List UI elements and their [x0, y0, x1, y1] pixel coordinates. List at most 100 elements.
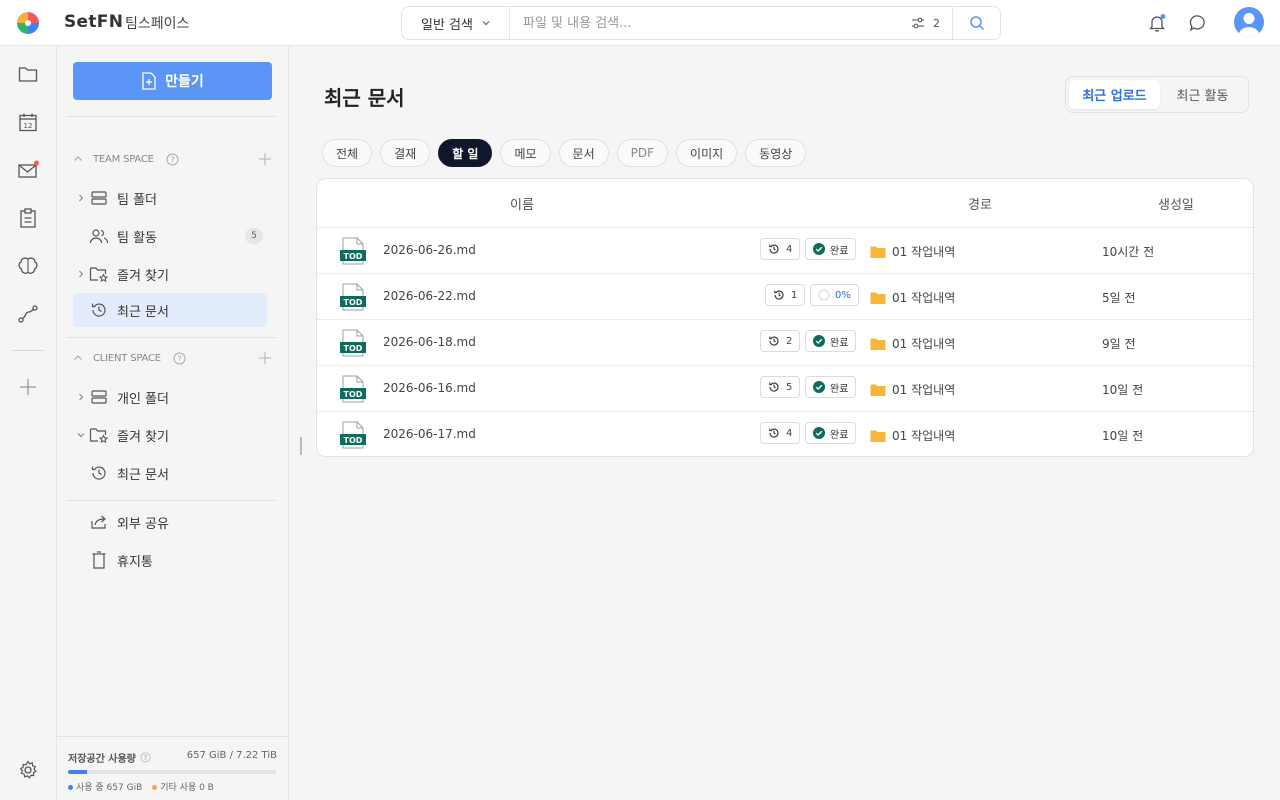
- search-input[interactable]: [510, 15, 899, 31]
- client-space-header[interactable]: CLIENT SPACE ?: [72, 348, 272, 368]
- rail-files-button[interactable]: [16, 62, 40, 86]
- sidebar-item-team-folder[interactable]: 팀 폴더: [73, 181, 267, 215]
- sidebar-item-team-activity[interactable]: 팀 활동 5: [73, 219, 267, 253]
- column-header-path[interactable]: 경로: [968, 179, 992, 227]
- help-icon[interactable]: ?: [166, 153, 179, 166]
- chip-document[interactable]: 문서: [558, 139, 609, 167]
- sidebar-item-trash[interactable]: 휴지통: [73, 543, 267, 577]
- chip-todo[interactable]: 할 일: [438, 139, 493, 167]
- version-history-badge[interactable]: 4: [760, 238, 801, 260]
- search-type-select[interactable]: 일반 검색: [402, 7, 510, 39]
- history-icon: [774, 290, 784, 300]
- todo-file-icon: TOD: [340, 329, 366, 357]
- chat-button[interactable]: [1186, 11, 1210, 35]
- star-folder-icon: [89, 267, 109, 282]
- sidebar-item-label: 최근 문서: [117, 304, 169, 320]
- sidebar-item-external-share[interactable]: 외부 공유: [73, 505, 267, 539]
- sidebar-item-team-recent[interactable]: 최근 문서: [73, 293, 267, 327]
- file-name[interactable]: 2026-06-18.md: [383, 335, 476, 349]
- help-icon[interactable]: ?: [140, 752, 151, 763]
- storage-title: 저장공간 사용량 ?: [68, 750, 151, 765]
- table-row[interactable]: TOD 2026-06-18.md 2 완료 01 작업내역 9일 전: [317, 320, 1253, 366]
- add-client-item-icon[interactable]: [258, 351, 272, 365]
- task-status-badge[interactable]: 완료: [805, 422, 857, 444]
- history-icon: [769, 382, 779, 392]
- table-row[interactable]: TOD 2026-06-26.md 4 완료 01 작업내역 10시간 전: [317, 228, 1253, 274]
- file-name[interactable]: 2026-06-22.md: [383, 289, 476, 303]
- tab-recent-activity[interactable]: 최근 활동: [1160, 80, 1245, 109]
- sidebar-item-team-favorites[interactable]: 즐겨 찾기: [73, 257, 267, 291]
- chip-all[interactable]: 전체: [322, 139, 373, 167]
- chip-approval[interactable]: 결재: [380, 139, 431, 167]
- version-history-badge[interactable]: 5: [760, 376, 801, 398]
- file-path[interactable]: 01 작업내역: [870, 335, 955, 352]
- rail-settings-button[interactable]: [16, 758, 40, 782]
- task-status-badge[interactable]: 0%: [810, 284, 859, 306]
- chevron-down-icon: [482, 21, 490, 26]
- table-row[interactable]: TOD 2026-06-22.md 1 0% 01 작업내역 5일 전: [317, 274, 1253, 320]
- rail-workflow-button[interactable]: [16, 302, 40, 326]
- chip-pdf[interactable]: PDF: [616, 139, 669, 167]
- sidebar-item-client-recent[interactable]: 최근 문서: [73, 456, 267, 490]
- version-history-badge[interactable]: 4: [760, 422, 801, 444]
- sidebar-item-client-favorites[interactable]: 즐겨 찾기: [73, 418, 267, 452]
- rail-add-button[interactable]: [16, 375, 40, 399]
- chip-video[interactable]: 동영상: [745, 139, 807, 167]
- progress-circle-icon: [818, 289, 830, 301]
- task-status-label: 완료: [830, 337, 849, 349]
- table-row[interactable]: TOD 2026-06-16.md 5 완료 01 작업내역 10일 전: [317, 366, 1253, 412]
- column-header-name[interactable]: 이름: [510, 179, 534, 227]
- route-icon: [18, 305, 38, 323]
- help-icon[interactable]: ?: [173, 352, 186, 365]
- users-icon: [89, 229, 109, 244]
- task-status-badge[interactable]: 완료: [805, 330, 857, 352]
- file-name[interactable]: 2026-06-26.md: [383, 243, 476, 257]
- version-count: 4: [786, 427, 793, 439]
- file-path[interactable]: 01 작업내역: [870, 243, 955, 260]
- version-history-badge[interactable]: 2: [760, 330, 801, 352]
- team-space-header[interactable]: TEAM SPACE ?: [72, 149, 272, 169]
- brand-name[interactable]: SetFN: [64, 12, 123, 32]
- todo-file-icon: TOD: [340, 375, 366, 403]
- file-path[interactable]: 01 작업내역: [870, 381, 955, 398]
- add-team-item-icon[interactable]: [258, 152, 272, 166]
- chip-image[interactable]: 이미지: [676, 139, 738, 167]
- create-button-label: 만들기: [165, 73, 204, 89]
- chip-memo[interactable]: 메모: [500, 139, 551, 167]
- created-time: 10일 전: [1102, 429, 1144, 443]
- storage-used-label: 사용 중 657 GiB: [76, 783, 143, 793]
- file-path[interactable]: 01 작업내역: [870, 427, 955, 444]
- search-button[interactable]: [952, 7, 1000, 39]
- workspace-name[interactable]: 팀스페이스: [125, 13, 189, 33]
- top-header: SetFN 팀스페이스 일반 검색 2: [0, 0, 1280, 46]
- plus-icon: [20, 379, 36, 395]
- version-count: 2: [786, 335, 793, 347]
- bell-icon: [1148, 14, 1166, 32]
- column-header-created[interactable]: 생성일: [1158, 179, 1194, 227]
- rail-ai-button[interactable]: [16, 254, 40, 278]
- sidebar-item-personal-folder[interactable]: 개인 폴더: [73, 380, 267, 414]
- version-history-badge[interactable]: 1: [765, 284, 806, 306]
- file-path[interactable]: 01 작업내역: [870, 289, 955, 306]
- file-name[interactable]: 2026-06-17.md: [383, 427, 476, 441]
- create-button[interactable]: 만들기: [73, 62, 272, 100]
- task-status-badge[interactable]: 완료: [805, 376, 857, 398]
- file-name[interactable]: 2026-06-16.md: [383, 381, 476, 395]
- tab-recent-uploads[interactable]: 최근 업로드: [1069, 80, 1160, 109]
- search-filter-button[interactable]: 2: [899, 7, 952, 39]
- app-logo-icon[interactable]: [17, 12, 39, 34]
- task-status-label: 완료: [830, 383, 849, 395]
- rail-tasks-button[interactable]: [16, 206, 40, 230]
- rail-mail-button[interactable]: [16, 158, 40, 182]
- notification-button[interactable]: [1145, 11, 1169, 35]
- rail-calendar-button[interactable]: 12: [16, 110, 40, 134]
- panel-resize-handle[interactable]: [300, 437, 302, 455]
- task-status-label: 완료: [830, 429, 849, 441]
- table-row[interactable]: TOD 2026-06-17.md 4 완료 01 작업내역 10일 전: [317, 412, 1253, 456]
- chevron-up-icon: [74, 156, 82, 161]
- file-badge-label: TOD: [344, 436, 363, 445]
- svg-text:?: ?: [177, 354, 181, 363]
- user-avatar[interactable]: [1234, 7, 1264, 37]
- created-time: 9일 전: [1102, 337, 1136, 351]
- task-status-badge[interactable]: 완료: [805, 238, 857, 260]
